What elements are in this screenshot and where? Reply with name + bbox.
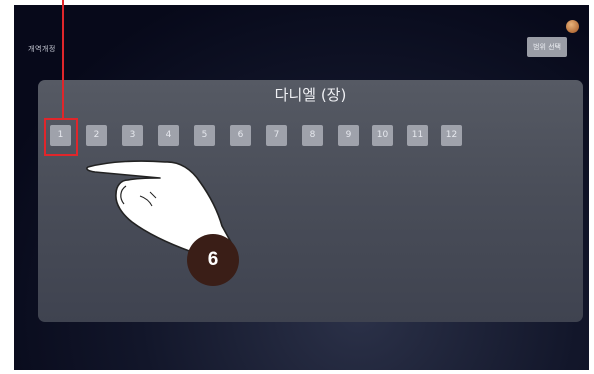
pointing-hand-icon — [86, 160, 233, 254]
step-number-badge: 6 — [187, 234, 239, 286]
